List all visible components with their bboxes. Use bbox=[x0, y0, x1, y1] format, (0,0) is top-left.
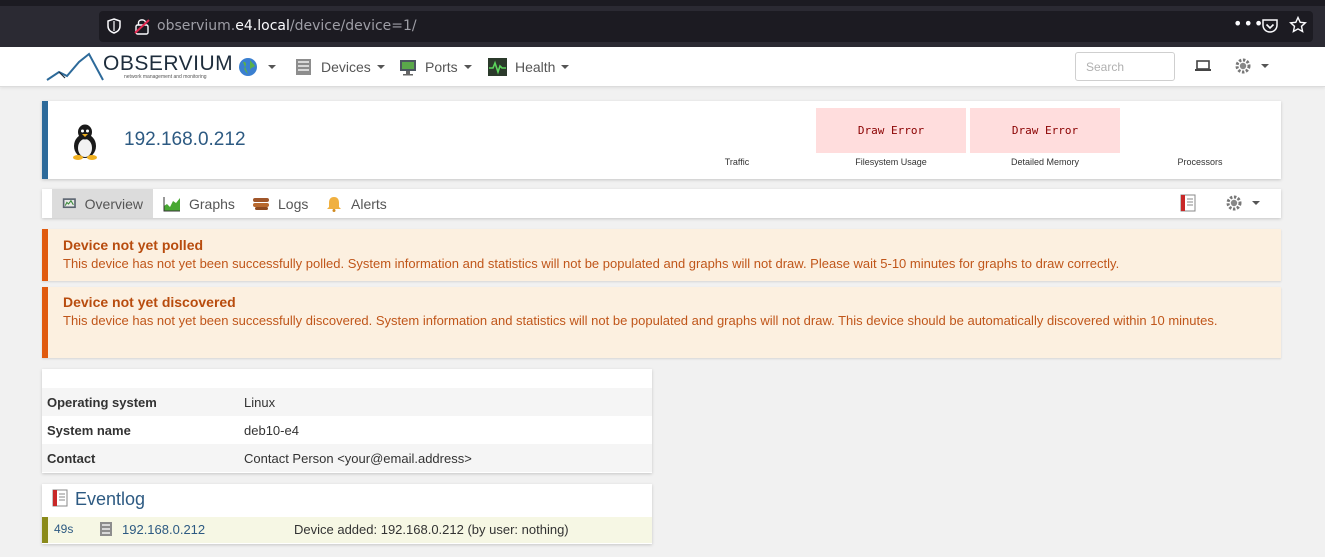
logo-subtitle: network management and monitoring bbox=[124, 74, 207, 80]
device-hostname[interactable]: 192.168.0.212 bbox=[124, 129, 246, 151]
url-path: /device/device=1/ bbox=[289, 18, 417, 34]
globe-icon bbox=[239, 58, 257, 76]
nav-health[interactable]: Health bbox=[488, 57, 570, 77]
nav-devices[interactable]: Devices bbox=[295, 57, 385, 77]
overview-icon bbox=[62, 197, 76, 208]
tab-alerts[interactable]: Alerts bbox=[315, 189, 397, 218]
gear-icon bbox=[1235, 58, 1251, 74]
report-icon[interactable] bbox=[1180, 194, 1196, 212]
graphs-icon bbox=[163, 196, 180, 211]
bell-icon bbox=[327, 196, 341, 212]
logo-title[interactable]: OBSERVIUM bbox=[103, 52, 233, 76]
url-prefix: observium. bbox=[157, 18, 236, 34]
logs-icon bbox=[253, 197, 269, 210]
gear-icon bbox=[1226, 195, 1242, 211]
memory-graph-error[interactable]: Draw Error bbox=[970, 108, 1120, 153]
heartbeat-icon bbox=[488, 58, 507, 76]
tab-graphs[interactable]: Graphs bbox=[153, 189, 245, 218]
table-row: Operating system Linux bbox=[42, 388, 652, 416]
graph-label-traffic[interactable]: Traffic bbox=[707, 157, 767, 167]
pocket-icon[interactable] bbox=[1261, 17, 1279, 35]
laptop-icon[interactable] bbox=[1195, 59, 1211, 73]
tab-overview-label: Overview bbox=[84, 195, 143, 212]
table-row: System name deb10-e4 bbox=[42, 416, 652, 444]
url-text[interactable]: observium.e4.local/device/device=1/ bbox=[157, 18, 417, 34]
graph-label-processors[interactable]: Processors bbox=[1160, 157, 1240, 167]
filesystem-graph-error[interactable]: Draw Error bbox=[816, 108, 966, 153]
event-message: Device added: 192.168.0.212 (by user: no… bbox=[294, 522, 569, 537]
alert-text: This device has not yet been successfull… bbox=[63, 313, 1218, 328]
eventlog-icon bbox=[52, 489, 68, 507]
nav-globe-menu[interactable] bbox=[238, 57, 276, 77]
info-value: Linux bbox=[244, 394, 276, 410]
tab-overview[interactable]: Overview bbox=[52, 189, 153, 218]
device-settings-menu[interactable] bbox=[1225, 194, 1260, 212]
info-value: deb10-e4 bbox=[244, 422, 299, 438]
tab-logs[interactable]: Logs bbox=[242, 189, 318, 218]
server-icon bbox=[100, 522, 112, 536]
info-key: Contact bbox=[47, 450, 96, 466]
url-host: e4.local bbox=[235, 18, 290, 34]
tab-strip bbox=[0, 0, 1325, 6]
alert-title: Device not yet discovered bbox=[63, 294, 236, 310]
info-key: Operating system bbox=[47, 394, 157, 410]
nav-ports-label: Ports bbox=[425, 59, 458, 75]
table-row: Contact Contact Person <your@email.addre… bbox=[42, 444, 652, 472]
search-input[interactable] bbox=[1075, 52, 1175, 81]
graph-label-filesystem[interactable]: Filesystem Usage bbox=[841, 157, 941, 167]
shield-icon[interactable] bbox=[107, 18, 121, 34]
tab-logs-label: Logs bbox=[278, 195, 309, 212]
eventlog-title[interactable]: Eventlog bbox=[75, 489, 145, 510]
server-icon bbox=[296, 59, 311, 75]
tab-graphs-label: Graphs bbox=[189, 195, 235, 212]
nav-ports[interactable]: Ports bbox=[399, 57, 472, 77]
tux-icon bbox=[73, 124, 97, 160]
event-device-link[interactable]: 192.168.0.212 bbox=[122, 522, 205, 537]
insecure-lock-icon[interactable] bbox=[134, 17, 150, 35]
info-value: Contact Person <your@email.address> bbox=[244, 450, 472, 466]
info-key: System name bbox=[47, 422, 131, 438]
alert-title: Device not yet polled bbox=[63, 237, 204, 253]
nav-health-label: Health bbox=[515, 59, 556, 75]
nav-devices-label: Devices bbox=[321, 59, 371, 75]
alert-text: This device has not yet been successfull… bbox=[63, 256, 1120, 271]
graph-label-memory[interactable]: Detailed Memory bbox=[995, 157, 1095, 167]
monitor-icon bbox=[400, 60, 416, 76]
event-time: 49s bbox=[54, 522, 74, 536]
more-actions-icon[interactable]: ••• bbox=[1233, 14, 1264, 33]
bookmark-star-icon[interactable] bbox=[1289, 16, 1307, 34]
tab-alerts-label: Alerts bbox=[351, 195, 387, 212]
settings-menu[interactable] bbox=[1234, 57, 1269, 75]
